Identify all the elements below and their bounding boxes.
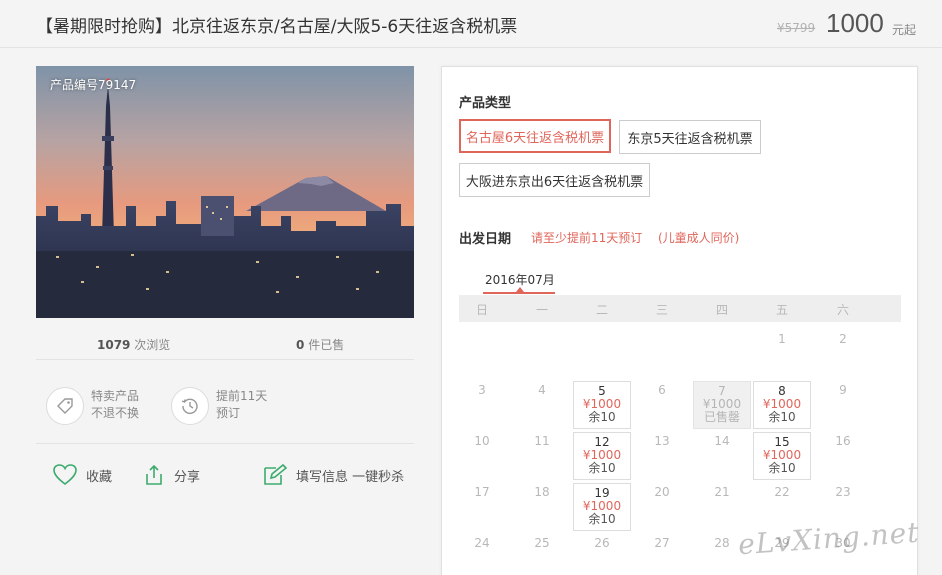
- favorite-label: 收藏: [86, 469, 113, 485]
- product-actions: 收藏 分享 填写信息 一键秒杀: [36, 460, 414, 500]
- calendar-day-available[interactable]: 8 ¥1000 余10: [753, 381, 811, 429]
- type-option-tokyo[interactable]: 东京5天往返含税机票: [619, 120, 761, 154]
- weekday-label: 日: [475, 303, 488, 317]
- day-stock: 余10: [588, 512, 616, 526]
- share-label: 分享: [174, 469, 201, 485]
- departure-label: 出发日期: [459, 232, 512, 247]
- views-stat: 1079 次浏览: [97, 336, 170, 353]
- day-stock: 余10: [768, 410, 796, 424]
- calendar-day: 16: [835, 434, 851, 448]
- calendar-day: 21: [714, 485, 730, 499]
- product-stats: 1079 次浏览 0 件已售: [36, 330, 414, 360]
- edit-icon: [264, 463, 288, 485]
- day-stock: 余10: [588, 461, 616, 475]
- fill-info-label: 填写信息 一键秒杀: [296, 469, 405, 485]
- advance-note: 请至少提前11天预订: [531, 231, 643, 245]
- share-icon: [146, 464, 162, 485]
- page-header: 【暑期限时抢购】北京往返东京/名古屋/大阪5-6天往返含税机票 ¥5799 10…: [0, 0, 942, 48]
- fill-info-button[interactable]: 填写信息 一键秒杀: [262, 463, 404, 487]
- product-title: 【暑期限时抢购】北京往返东京/名古屋/大阪5-6天往返含税机票: [36, 17, 518, 37]
- calendar-day: 20: [654, 485, 670, 499]
- calendar-day-available[interactable]: 5 ¥1000 余10: [573, 381, 631, 429]
- calendar-day: 28: [714, 536, 730, 550]
- calendar-day: 17: [474, 485, 490, 499]
- child-price-note: (儿童成人同价): [658, 231, 740, 245]
- calendar-day: 13: [654, 434, 670, 448]
- calendar-day: 14: [714, 434, 730, 448]
- views-count: 1079: [97, 338, 131, 352]
- weekday-label: 六: [836, 303, 849, 317]
- sold-count: 0: [296, 338, 305, 352]
- weekday-header: 日一二三四五六: [459, 295, 901, 322]
- price-suffix: 元起: [892, 23, 917, 37]
- month-tab[interactable]: 2016年07月: [485, 271, 555, 288]
- product-features: 特卖产品 不退不换 提前11天 预订: [36, 372, 414, 444]
- booking-panel: 产品类型 名古屋6天往返含税机票 东京5天往返含税机票 大阪进东京出6天往返含税…: [441, 66, 918, 575]
- feature-advance-booking: 提前11天 预订: [216, 388, 267, 422]
- product-photo: [36, 66, 414, 318]
- type-option-nagoya[interactable]: 名古屋6天往返含税机票: [459, 119, 611, 153]
- calendar-day: 24: [474, 536, 490, 550]
- product-type-label: 产品类型: [459, 96, 512, 111]
- tag-icon: [46, 387, 84, 425]
- calendar-day: 22: [774, 485, 790, 499]
- calendar-day: 9: [839, 383, 847, 397]
- views-label: 次浏览: [134, 338, 171, 352]
- calendar-day: 10: [474, 434, 490, 448]
- calendar-day: 3: [478, 383, 486, 397]
- weekday-label: 三: [655, 303, 668, 317]
- weekday-label: 一: [535, 303, 548, 317]
- weekday-label: 四: [715, 303, 728, 317]
- calendar-day: 25: [534, 536, 550, 550]
- weekday-label: 二: [595, 303, 608, 317]
- feature-line: 预订: [216, 406, 241, 420]
- calendar-day: 11: [534, 434, 550, 448]
- calendar-day-available[interactable]: 15 ¥1000 余10: [753, 432, 811, 480]
- calendar-day: 27: [654, 536, 670, 550]
- calendar-day: 4: [538, 383, 546, 397]
- calendar-day: 2: [839, 332, 847, 346]
- calendar-day: 26: [594, 536, 610, 550]
- feature-line: 特卖产品: [91, 389, 140, 403]
- calendar-day-soldout: 7 ¥1000 已售罄: [693, 381, 751, 429]
- calendar-day: 23: [835, 485, 851, 499]
- calendar-day: 6: [658, 383, 666, 397]
- type-option-osaka-tokyo[interactable]: 大阪进东京出6天往返含税机票: [459, 163, 650, 197]
- month-tab-caret: [516, 287, 524, 292]
- sold-label: 件已售: [308, 338, 345, 352]
- feature-line: 提前11天: [216, 389, 268, 403]
- feature-line: 不退不换: [91, 406, 140, 420]
- month-tab-underline: [483, 292, 555, 294]
- heart-icon: [53, 464, 77, 486]
- calendar-day: 18: [534, 485, 550, 499]
- original-price: ¥5799: [777, 21, 816, 35]
- calendar-day-available[interactable]: 19 ¥1000 余10: [573, 483, 631, 531]
- weekday-label: 五: [775, 303, 788, 317]
- share-button[interactable]: 分享: [142, 463, 200, 487]
- day-stock: 余10: [768, 461, 796, 475]
- calendar-day-available[interactable]: 12 ¥1000 余10: [573, 432, 631, 480]
- day-stock: 已售罄: [703, 410, 740, 424]
- calendar-day: 1: [778, 332, 786, 346]
- product-code: 产品编号79147: [50, 78, 137, 92]
- day-stock: 余10: [588, 410, 616, 424]
- sold-stat: 0 件已售: [296, 336, 344, 353]
- feature-special-sale: 特卖产品 不退不换: [91, 388, 139, 422]
- current-price: 1000: [826, 8, 884, 38]
- favorite-button[interactable]: 收藏: [52, 463, 112, 487]
- clock-icon: [171, 387, 209, 425]
